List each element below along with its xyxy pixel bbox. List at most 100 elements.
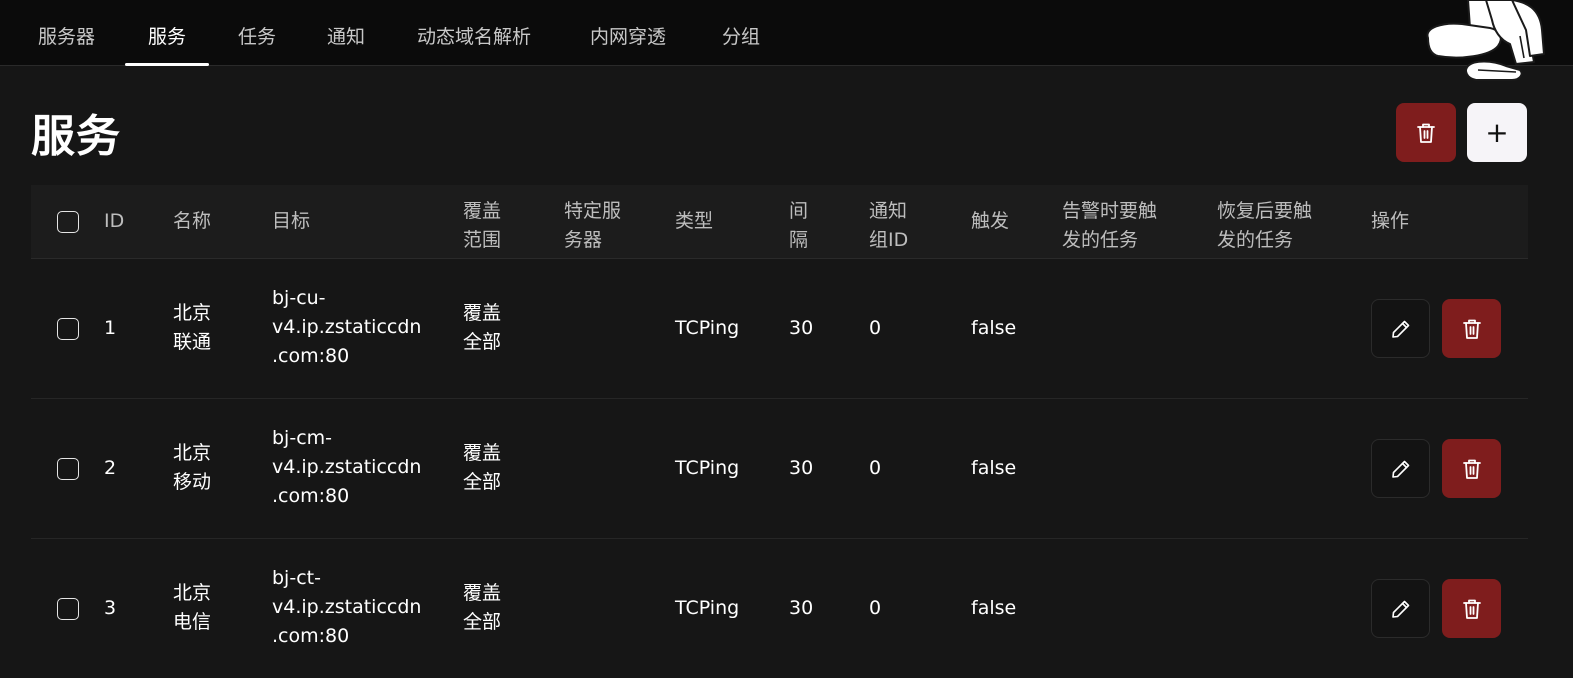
header-trigger: 触发 — [971, 210, 1010, 232]
cell-cover-line2: 全部 — [463, 611, 502, 633]
cell-id: 3 — [104, 597, 117, 619]
services-table: ID 名称 目标 覆盖 范围 特定服 务器 类型 间 隔 通知 组ID 触发 告… — [31, 185, 1528, 678]
header-cover-line2: 范围 — [463, 229, 502, 251]
header-actions: 操作 — [1371, 210, 1410, 232]
cell-interval: 30 — [789, 597, 814, 619]
cell-cover: 覆盖 全部 — [463, 579, 501, 637]
cell-target-line2: v4.ip.zstaticcdn — [272, 456, 422, 478]
add-service-button[interactable]: + — [1467, 103, 1527, 162]
cell-trigger: false — [971, 457, 1017, 479]
cell-target-line2: v4.ip.zstaticcdn — [272, 596, 422, 618]
cell-trigger: false — [971, 597, 1017, 619]
cell-name-line1: 北京 — [173, 302, 212, 324]
tab-groups[interactable]: 分组 — [722, 0, 760, 66]
cell-cover-line1: 覆盖 — [463, 582, 502, 604]
header-specific-line1: 特定服 — [564, 200, 622, 222]
cell-target-line1: bj-cu- — [272, 287, 326, 309]
trash-icon — [1462, 459, 1481, 479]
header-name: 名称 — [173, 210, 212, 232]
header-target: 目标 — [272, 210, 311, 232]
cell-target-line1: bj-ct- — [272, 567, 321, 589]
header-recover-task: 恢复后要触 发的任务 — [1217, 197, 1312, 255]
cell-target: bj-cu- v4.ip.zstaticcdn .com:80 — [272, 284, 421, 371]
cell-id: 2 — [104, 457, 117, 479]
cell-name-line2: 联通 — [173, 331, 212, 353]
cell-type: TCPing — [675, 317, 740, 339]
header-alert-task: 告警时要触 发的任务 — [1062, 197, 1157, 255]
cell-id: 1 — [104, 317, 117, 339]
row-checkbox[interactable] — [57, 458, 79, 480]
cell-cover-line2: 全部 — [463, 331, 502, 353]
edit-button[interactable] — [1371, 299, 1430, 358]
table-row: 1 北京 联通 bj-cu- v4.ip.zstaticcdn .com:80 … — [31, 259, 1528, 399]
cell-name-line2: 移动 — [173, 471, 212, 493]
tab-services[interactable]: 服务 — [124, 0, 210, 66]
page-title: 服务 — [31, 111, 121, 162]
cell-trigger: false — [971, 317, 1017, 339]
cell-cover-line1: 覆盖 — [463, 302, 502, 324]
pencil-icon — [1391, 320, 1409, 338]
cell-target-line3: .com:80 — [272, 625, 350, 647]
table-row: 2 北京 移动 bj-cm- v4.ip.zstaticcdn .com:80 … — [31, 399, 1528, 539]
trash-icon — [1462, 319, 1481, 339]
tab-tasks[interactable]: 任务 — [238, 0, 276, 66]
tab-notifications[interactable]: 通知 — [327, 0, 365, 66]
header-alert-line1: 告警时要触 — [1062, 200, 1158, 222]
cell-cover-line1: 覆盖 — [463, 442, 502, 464]
cell-type: TCPing — [675, 457, 740, 479]
pencil-icon — [1391, 460, 1409, 478]
header-type: 类型 — [675, 210, 714, 232]
cell-target: bj-cm- v4.ip.zstaticcdn .com:80 — [272, 424, 421, 511]
header-notify-line1: 通知 — [869, 200, 908, 222]
cell-target: bj-ct- v4.ip.zstaticcdn .com:80 — [272, 564, 421, 651]
trash-icon — [1417, 123, 1435, 143]
header-specific-line2: 务器 — [564, 229, 603, 251]
cell-name: 北京 移动 — [173, 439, 211, 497]
pencil-icon — [1391, 600, 1409, 618]
cell-notify-group: 0 — [869, 317, 882, 339]
cell-interval: 30 — [789, 317, 814, 339]
cell-target-line1: bj-cm- — [272, 427, 333, 449]
tab-ddns[interactable]: 动态域名解析 — [417, 0, 531, 66]
tab-nat[interactable]: 内网穿透 — [590, 0, 666, 66]
cell-target-line2: v4.ip.zstaticcdn — [272, 316, 422, 338]
header-specific-servers: 特定服 务器 — [564, 197, 621, 255]
cell-type: TCPing — [675, 597, 740, 619]
delete-button[interactable] — [1442, 299, 1501, 358]
row-checkbox[interactable] — [57, 598, 79, 620]
header-id: ID — [104, 210, 125, 232]
cell-name-line2: 电信 — [173, 611, 212, 633]
plus-icon: + — [1485, 116, 1509, 149]
delete-button[interactable] — [1442, 439, 1501, 498]
header-notify-group: 通知 组ID — [869, 197, 908, 255]
table-row: 3 北京 电信 bj-ct- v4.ip.zstaticcdn .com:80 … — [31, 539, 1528, 678]
select-all-checkbox[interactable] — [57, 211, 79, 233]
header-cover: 覆盖 范围 — [463, 197, 501, 255]
header-recover-line1: 恢复后要触 — [1217, 200, 1313, 222]
sitting-person-illustration — [1426, 0, 1545, 81]
cell-cover: 覆盖 全部 — [463, 299, 501, 357]
cell-target-line3: .com:80 — [272, 345, 350, 367]
header-notify-line2: 组ID — [869, 229, 909, 251]
header-alert-line2: 发的任务 — [1062, 229, 1139, 251]
cell-notify-group: 0 — [869, 597, 882, 619]
row-checkbox[interactable] — [57, 318, 79, 340]
trash-icon — [1462, 599, 1481, 619]
header-interval-line1: 间 — [789, 200, 809, 222]
tab-servers[interactable]: 服务器 — [38, 0, 95, 66]
header-interval: 间 隔 — [789, 197, 808, 255]
cell-interval: 30 — [789, 457, 814, 479]
cell-name-line1: 北京 — [173, 442, 212, 464]
table-header: ID 名称 目标 覆盖 范围 特定服 务器 类型 间 隔 通知 组ID 触发 告… — [31, 185, 1528, 259]
cell-name-line1: 北京 — [173, 582, 212, 604]
delete-button[interactable] — [1442, 579, 1501, 638]
cell-target-line3: .com:80 — [272, 485, 350, 507]
top-nav: 服务器 服务 任务 通知 动态域名解析 内网穿透 分组 — [0, 0, 1573, 81]
batch-delete-button[interactable] — [1396, 103, 1456, 162]
cell-cover: 覆盖 全部 — [463, 439, 501, 497]
cell-name: 北京 电信 — [173, 579, 211, 637]
header-cover-line1: 覆盖 — [463, 200, 502, 222]
header-interval-line2: 隔 — [789, 229, 809, 251]
edit-button[interactable] — [1371, 579, 1430, 638]
edit-button[interactable] — [1371, 439, 1430, 498]
